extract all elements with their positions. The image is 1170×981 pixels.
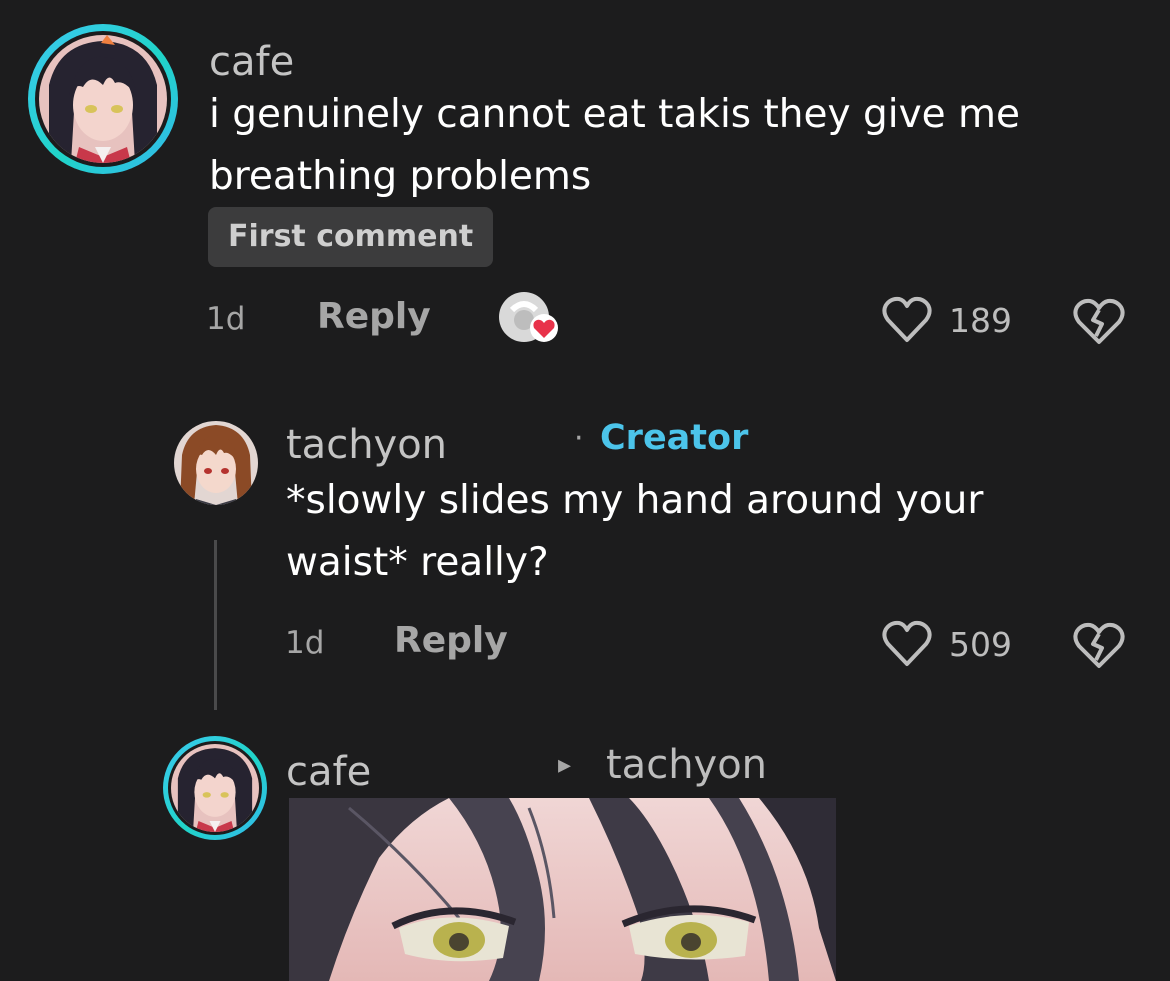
sticker-image[interactable]	[289, 798, 836, 981]
avatar-tachyon[interactable]	[174, 421, 258, 505]
reply-to-arrow-icon: ▸	[558, 750, 572, 780]
reply-text: *slowly slides my hand around your waist…	[286, 470, 1146, 594]
separator-dot: ·	[574, 421, 584, 456]
brown-hair-avatar-icon	[174, 421, 258, 505]
creator-liked-icon	[498, 290, 564, 350]
creator-label: Creator	[600, 418, 749, 458]
like-count: 189	[949, 301, 1012, 340]
comment-age: 1d	[206, 301, 246, 337]
reply-text-line: *slowly slides my hand around your	[286, 478, 984, 523]
dislike-broken-heart-icon[interactable]	[1072, 298, 1126, 346]
dislike-broken-heart-icon[interactable]	[1072, 622, 1126, 670]
anime-girl-avatar-icon	[171, 744, 259, 832]
like-heart-icon[interactable]	[882, 620, 932, 668]
reply-username[interactable]: tachyon	[286, 425, 447, 465]
comment-text-line: breathing problems	[209, 154, 592, 199]
comment-text-line: i genuinely cannot eat takis they give m…	[209, 92, 1021, 137]
like-count: 509	[949, 625, 1012, 664]
reply-username[interactable]: cafe	[286, 752, 371, 792]
avatar-cafe[interactable]	[28, 24, 178, 174]
comment-username[interactable]: cafe	[209, 42, 294, 82]
first-comment-badge: First comment	[208, 207, 494, 267]
reply-text-line: waist* really?	[286, 540, 549, 585]
avatar-cafe[interactable]	[163, 736, 267, 840]
anime-girl-avatar-icon	[39, 35, 167, 163]
reply-age: 1d	[285, 625, 325, 661]
reply-button[interactable]: Reply	[317, 296, 431, 337]
comment-text: i genuinely cannot eat takis they give m…	[209, 84, 1149, 208]
reply-button[interactable]: Reply	[394, 620, 508, 661]
reply-to-username[interactable]: tachyon	[606, 745, 767, 785]
thread-line	[214, 540, 217, 710]
like-heart-icon[interactable]	[882, 296, 932, 344]
